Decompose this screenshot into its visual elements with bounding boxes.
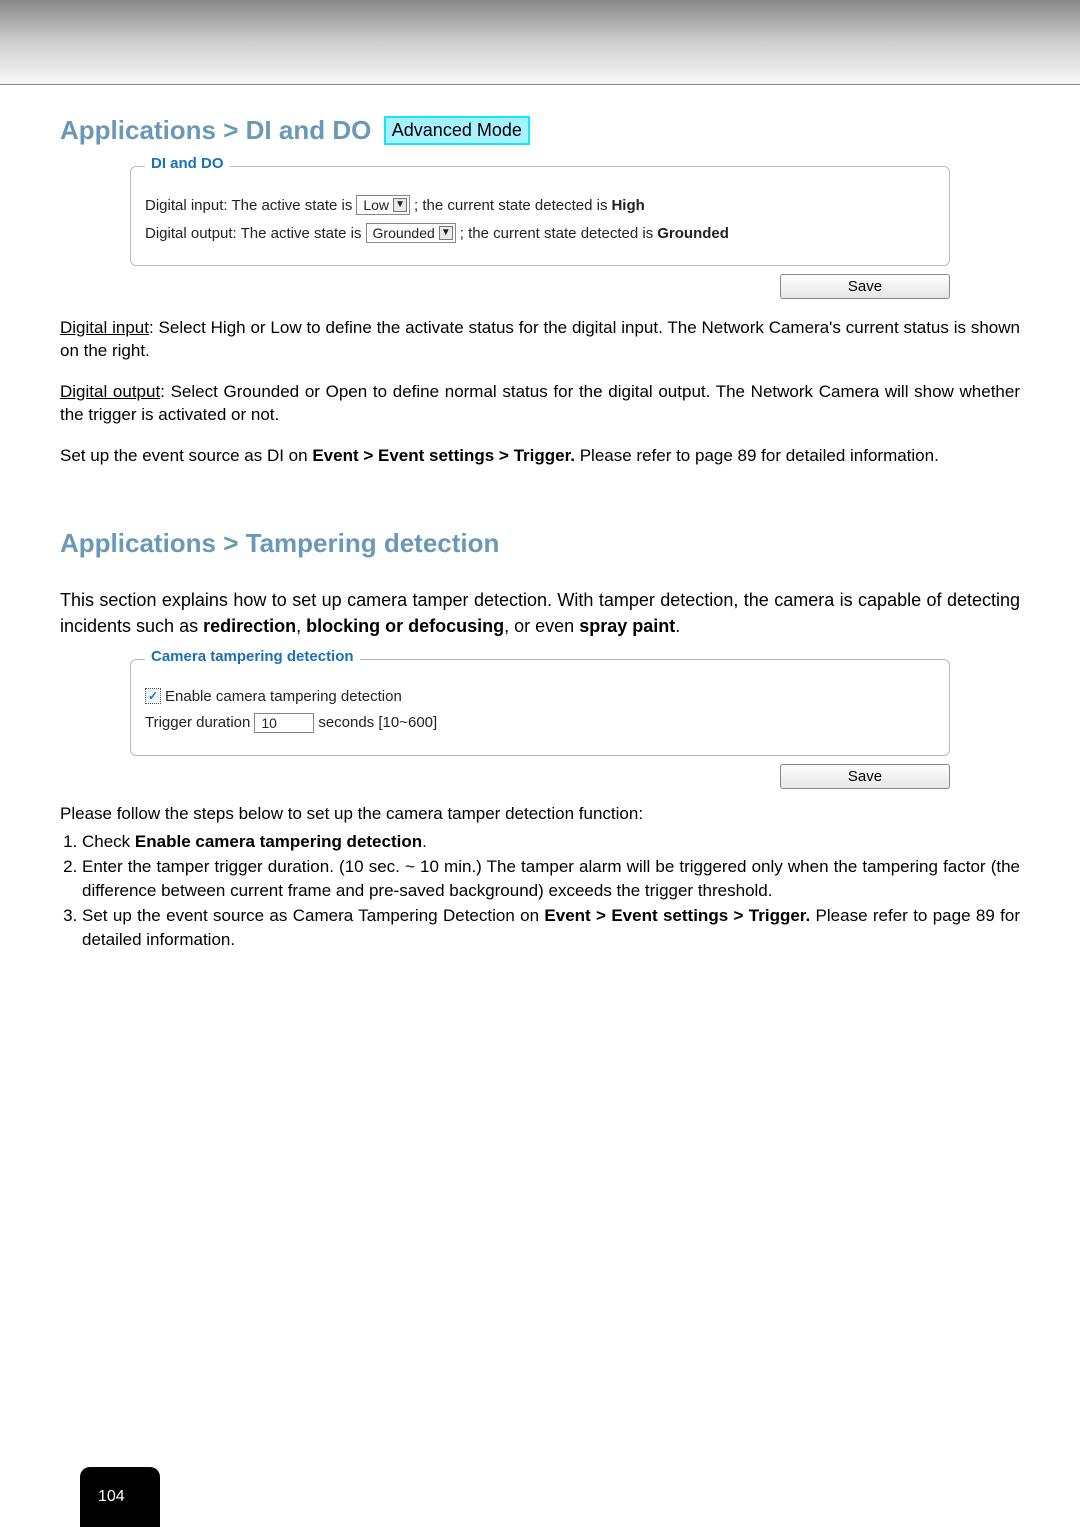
s1-pre: Check xyxy=(82,832,135,851)
intro-bold2: blocking or defocusing xyxy=(306,616,504,636)
chevron-down-icon: ▼ xyxy=(393,198,407,212)
step-3: Set up the event source as Camera Tamper… xyxy=(82,904,1020,951)
intro-bold3: spray paint xyxy=(579,616,675,636)
steps-intro: Please follow the steps below to set up … xyxy=(60,803,1020,826)
do-select-value: Grounded xyxy=(373,225,435,241)
intro-mid1: , xyxy=(296,616,306,636)
event-di-explain: Set up the event source as DI on Event >… xyxy=(60,445,1020,468)
page-number-tab: 104 xyxy=(80,1467,160,1527)
di-current-state: High xyxy=(611,197,644,214)
chevron-down-icon: ▼ xyxy=(439,226,453,240)
tamper-save-row: Save xyxy=(130,764,950,789)
step-1: Check Enable camera tampering detection. xyxy=(82,830,1020,853)
p3-bold: Event > Event settings > Trigger. xyxy=(312,446,575,465)
enable-tamper-checkbox[interactable]: ✓ xyxy=(145,688,161,704)
do-state-select[interactable]: Grounded ▼ xyxy=(366,223,456,243)
advanced-mode-badge: Advanced Mode xyxy=(384,116,530,145)
page-header-gradient xyxy=(0,0,1080,85)
enable-tamper-label: Enable camera tampering detection xyxy=(165,688,402,705)
steps-list: Check Enable camera tampering detection.… xyxy=(60,830,1020,951)
tamper-intro: This section explains how to set up came… xyxy=(60,587,1020,639)
di-state-select[interactable]: Low ▼ xyxy=(356,195,410,215)
trigger-duration-range: seconds [10~600] xyxy=(318,714,437,731)
di-do-fieldset: DI and DO Digital input: The active stat… xyxy=(130,166,950,266)
intro-mid2: , or even xyxy=(504,616,579,636)
trigger-duration-input[interactable]: 10 xyxy=(254,713,314,733)
do-explain: Digital output: Select Grounded or Open … xyxy=(60,381,1020,427)
intro-bold1: redirection xyxy=(203,616,296,636)
tamper-legend: Camera tampering detection xyxy=(145,648,360,665)
s1-bold: Enable camera tampering detection xyxy=(135,832,422,851)
di-explain: Digital input: Select High or Low to def… xyxy=(60,317,1020,363)
intro-end: . xyxy=(675,616,680,636)
di-explain-rest: : Select High or Low to define the activ… xyxy=(60,318,1020,360)
tamper-fieldset: Camera tampering detection ✓ Enable came… xyxy=(130,659,950,756)
di-select-value: Low xyxy=(363,197,389,213)
p3-post: Please refer to page 89 for detailed inf… xyxy=(575,446,939,465)
section1-heading-row: Applications > DI and DO Advanced Mode xyxy=(60,115,1020,146)
breadcrumb-tampering: Applications > Tampering detection xyxy=(60,528,1020,559)
do-current-state: Grounded xyxy=(657,225,729,242)
p3-pre: Set up the event source as DI on xyxy=(60,446,312,465)
do-underline: Digital output xyxy=(60,382,160,401)
trigger-duration-row: Trigger duration 10 seconds [10~600] xyxy=(145,713,935,733)
do-label-pre: Digital output: The active state is xyxy=(145,225,362,242)
do-label-post: ; the current state detected is xyxy=(460,225,653,242)
trigger-duration-label: Trigger duration xyxy=(145,714,250,731)
do-explain-rest: : Select Grounded or Open to define norm… xyxy=(60,382,1020,424)
di-label-post: ; the current state detected is xyxy=(414,197,607,214)
di-underline: Digital input xyxy=(60,318,149,337)
di-do-legend: DI and DO xyxy=(145,155,230,172)
enable-tamper-row: ✓ Enable camera tampering detection xyxy=(145,688,935,705)
save-button[interactable]: Save xyxy=(780,274,950,299)
breadcrumb-di-do: Applications > DI and DO xyxy=(60,115,371,146)
digital-input-row: Digital input: The active state is Low ▼… xyxy=(145,195,935,215)
page-content: Applications > DI and DO Advanced Mode D… xyxy=(0,85,1080,951)
s3-bold: Event > Event settings > Trigger. xyxy=(544,906,810,925)
s3-pre: Set up the event source as Camera Tamper… xyxy=(82,906,544,925)
digital-output-row: Digital output: The active state is Grou… xyxy=(145,223,935,243)
step-2: Enter the tamper trigger duration. (10 s… xyxy=(82,855,1020,902)
save-button[interactable]: Save xyxy=(780,764,950,789)
page-number: 104 xyxy=(98,1488,125,1506)
di-do-save-row: Save xyxy=(130,274,950,299)
s1-post: . xyxy=(422,832,427,851)
di-label-pre: Digital input: The active state is xyxy=(145,197,352,214)
